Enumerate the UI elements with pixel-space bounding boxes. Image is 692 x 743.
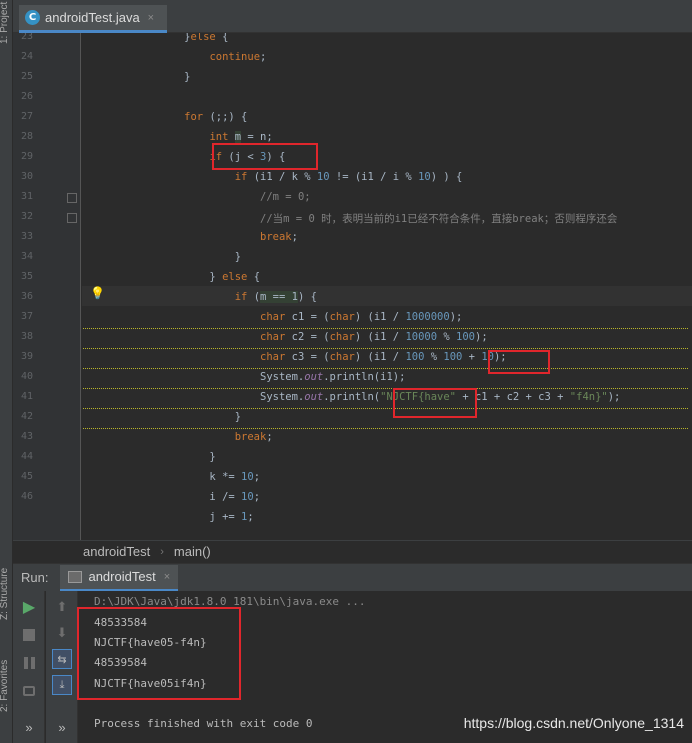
annotation-box — [77, 607, 241, 700]
expand-icon[interactable]: » — [19, 717, 39, 737]
tab-android-test[interactable]: C androidTest.java × — [19, 5, 167, 33]
line-number: 36 — [20, 291, 33, 302]
code-line-28: int m = n; — [209, 131, 273, 143]
warning-underline — [83, 326, 688, 329]
close-icon[interactable]: × — [164, 571, 170, 583]
run-label: Run: — [21, 570, 49, 585]
run-toolbar: ▶ » — [13, 591, 45, 743]
annotation-box — [212, 143, 318, 170]
line-number: 46 — [20, 491, 33, 502]
line-number: 38 — [20, 331, 33, 342]
down-arrow-icon[interactable]: ⬇ — [52, 623, 72, 643]
console-exit-message: Process finished with exit code 0 — [94, 717, 313, 730]
code-line-47: j += 1; — [83, 511, 254, 523]
console-icon — [68, 570, 83, 583]
line-number: 26 — [20, 91, 33, 102]
line-number: 30 — [20, 171, 33, 182]
favorites-tool-label[interactable]: 2: Favorites — [0, 660, 10, 712]
stop-icon[interactable] — [19, 625, 39, 645]
rerun-icon[interactable]: ▶ — [19, 597, 39, 617]
code-line-38: char c2 = (char) (i1 / 10000 % 100); — [260, 331, 488, 343]
code-line-45: k *= 10; — [83, 471, 261, 483]
line-number: 35 — [20, 271, 33, 282]
breadcrumb-method[interactable]: main() — [174, 544, 211, 559]
line-number: 37 — [20, 311, 33, 322]
code-line-23: }else { — [83, 33, 229, 43]
code-line-43: break; — [234, 431, 273, 443]
line-number: 28 — [20, 131, 33, 142]
code-line-37: char c1 = (char) (i1 / 1000000); — [260, 311, 463, 323]
code-line-32: //当m = 0 时，表明当前的i1已经不符合条件，直接break；否则程序还会 — [260, 213, 618, 225]
line-number: 42 — [20, 411, 33, 422]
warning-underline — [83, 346, 688, 349]
line-number: 31 — [20, 191, 33, 202]
line-number: 34 — [20, 251, 33, 262]
line-number: 23 — [20, 33, 33, 42]
editor-tab-bar: C androidTest.java × — [13, 0, 692, 33]
warning-underline — [83, 366, 688, 369]
warning-underline — [83, 406, 688, 409]
run-toolbar-secondary: ⬆ ⬇ ⇆ ⤓ » — [46, 591, 78, 743]
up-arrow-icon[interactable]: ⬆ — [52, 597, 72, 617]
annotation-box — [393, 388, 477, 418]
annotation-box — [488, 350, 550, 374]
line-number: 39 — [20, 351, 33, 362]
code-line-36: if (m == 1) { — [234, 291, 317, 303]
watermark: https://blog.csdn.net/Onlyone_1314 — [463, 715, 684, 731]
code-editor[interactable]: 💡 23 24 25 26 27 28 29 30 31 32 33 34 35 36 37 38 39 40 41… — [13, 33, 692, 540]
code-line-27: for (;;) { — [184, 111, 248, 123]
line-number: 27 — [20, 111, 33, 122]
warning-underline — [83, 386, 688, 389]
code-line-42: } — [83, 411, 242, 423]
line-number: 45 — [20, 471, 33, 482]
code-line-25: } — [83, 71, 191, 83]
expand-icon[interactable]: » — [52, 717, 72, 737]
line-number: 25 — [20, 71, 33, 82]
code-line-41: System.out.println("NJCTF{have" + c1 + c… — [83, 391, 621, 403]
warning-underline — [83, 426, 688, 429]
run-panel-header: Run: androidTest × — [13, 563, 692, 591]
line-number: 44 — [20, 451, 33, 462]
breadcrumb-class[interactable]: androidTest — [83, 544, 150, 559]
breadcrumb-separator: › — [160, 545, 164, 558]
run-console[interactable]: D:\JDK\Java\jdk1.8.0_181\bin\java.exe ..… — [77, 591, 692, 743]
structure-tool-label[interactable]: Z: Structure — [0, 568, 10, 620]
line-number: 41 — [20, 391, 33, 402]
code-line-31: //m = 0; — [260, 191, 311, 203]
pause-icon[interactable] — [19, 653, 39, 673]
run-tab-android-test[interactable]: androidTest × — [60, 564, 179, 591]
fold-marker-icon[interactable] — [67, 213, 77, 223]
code-line-39: char c3 = (char) (i1 / 100 % 100 + 10); — [260, 351, 507, 363]
line-number: 33 — [20, 231, 33, 242]
line-number: 40 — [20, 371, 33, 382]
code-line-40: System.out.println(i1); — [83, 371, 406, 383]
close-icon[interactable]: × — [148, 12, 154, 24]
code-line-46: i /= 10; — [83, 491, 261, 503]
camera-icon[interactable] — [19, 681, 39, 701]
line-number: 32 — [20, 211, 33, 222]
code-line-34: } — [83, 251, 242, 263]
line-number: 29 — [20, 151, 33, 162]
scroll-to-end-icon[interactable]: ⤓ — [52, 675, 72, 695]
code-line-24: continue; — [209, 51, 267, 63]
line-gutter — [13, 33, 81, 540]
project-tool-label[interactable]: 1: Project — [0, 2, 10, 44]
line-number: 24 — [20, 51, 33, 62]
line-number: 43 — [20, 431, 33, 442]
soft-wrap-icon[interactable]: ⇆ — [52, 649, 72, 669]
code-line-44: } — [83, 451, 216, 463]
java-class-icon: C — [25, 10, 40, 25]
breadcrumb: androidTest › main() — [13, 540, 692, 562]
fold-marker-icon[interactable] — [67, 193, 77, 203]
code-line-35: } else { — [83, 271, 261, 283]
tab-title: androidTest.java — [45, 10, 140, 25]
run-tab-title: androidTest — [88, 569, 156, 584]
tool-window-strip: 1: Project Z: Structure 2: Favorites — [0, 0, 13, 743]
code-line-30: if (i1 / k % 10 != (i1 / i % 10) ) { — [234, 171, 463, 183]
code-line-33: break; — [260, 231, 298, 243]
